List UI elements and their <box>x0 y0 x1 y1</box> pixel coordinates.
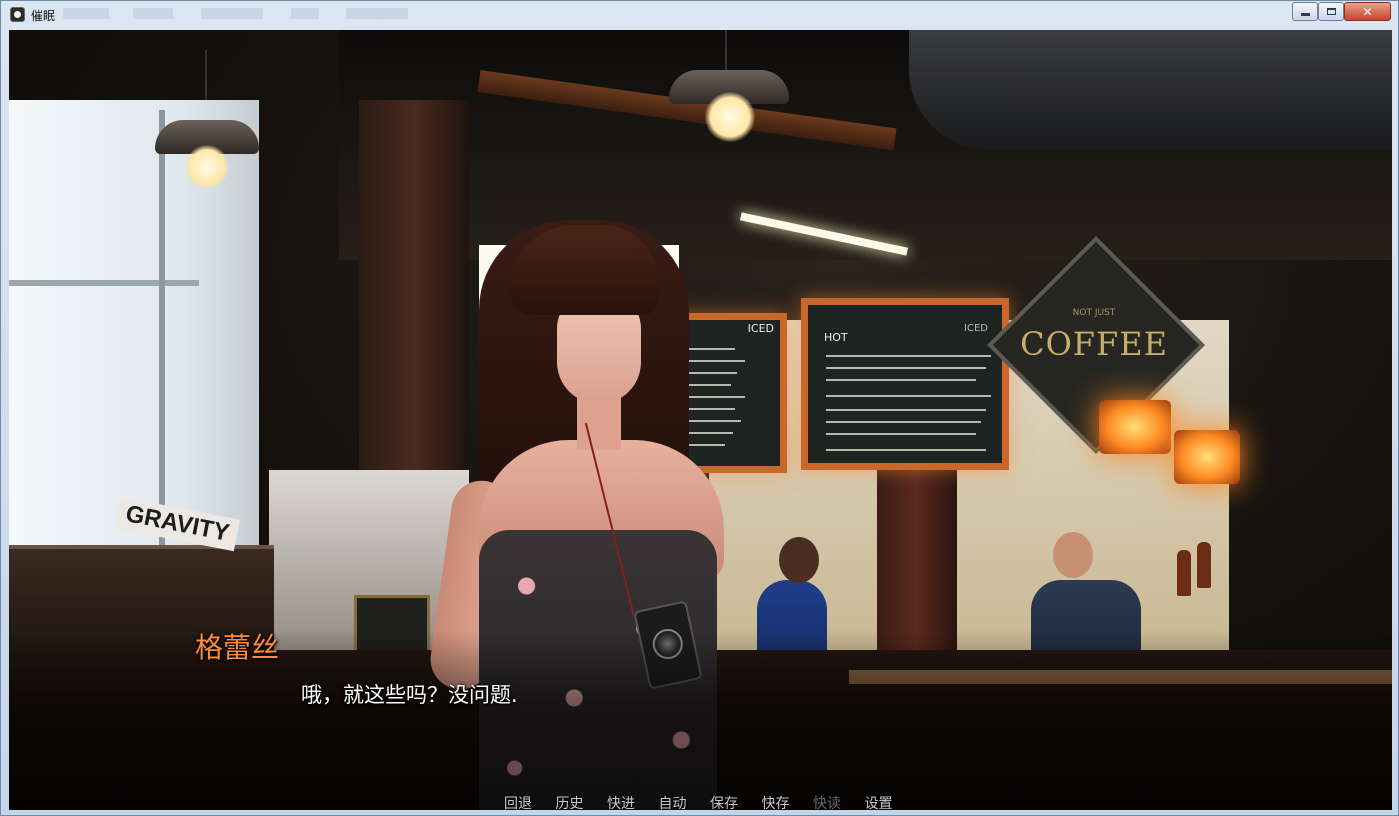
maximize-button[interactable] <box>1318 2 1344 21</box>
air-duct <box>909 30 1392 150</box>
quick-menu-quickload[interactable]: 快读 <box>813 793 865 810</box>
coffee-sign-text: COFFEE <box>1020 325 1168 363</box>
window-frame <box>9 280 199 286</box>
menu-board-hot: HOT ICED <box>801 298 1009 470</box>
bottle <box>1197 542 1211 588</box>
close-icon: ✕ <box>1362 4 1373 19</box>
lamp-bulb <box>705 92 755 142</box>
menu-board-heading: ICED <box>964 323 988 334</box>
title-bar[interactable]: 催眠 ✕ <box>1 1 1398 29</box>
window-title: 催眠 <box>31 9 56 23</box>
menu-placeholder <box>346 8 408 19</box>
menu-board-heading: HOT <box>824 331 848 344</box>
quick-menu-save[interactable]: 保存 <box>710 793 762 810</box>
menu-placeholder <box>201 8 263 19</box>
dialogue-text: 哦，就这些吗？没问题. <box>301 683 518 707</box>
lamp-cord <box>725 30 727 70</box>
close-button[interactable]: ✕ <box>1344 2 1391 21</box>
app-window: 催眠 ✕ ICED HOT ICED NOT JUST COFFEE GRAVI… <box>0 0 1399 816</box>
lamp-bulb <box>185 145 229 189</box>
minimize-button[interactable] <box>1292 2 1318 21</box>
quick-menu: 回退 历史 快进 自动 保存 快存 快读 设置 <box>504 793 916 810</box>
quick-menu-history[interactable]: 历史 <box>556 793 608 810</box>
menu-placeholder <box>63 8 109 19</box>
quick-menu-auto[interactable]: 自动 <box>659 793 711 810</box>
background-person-head <box>779 537 819 583</box>
quick-menu-quicksave[interactable]: 快存 <box>762 793 814 810</box>
lamp-cord <box>205 50 207 100</box>
maximize-icon <box>1326 8 1336 15</box>
menu-placeholder <box>133 8 173 19</box>
app-icon <box>10 7 25 22</box>
game-viewport[interactable]: ICED HOT ICED NOT JUST COFFEE GRAVITY 格蕾… <box>9 30 1392 810</box>
menu-board-heading: ICED <box>747 322 774 335</box>
quick-menu-skip[interactable]: 快进 <box>607 793 659 810</box>
amber-lamp <box>1099 400 1171 454</box>
minimize-icon <box>1300 13 1310 16</box>
menu-placeholder <box>291 8 319 19</box>
amber-lamp <box>1174 430 1240 484</box>
quick-menu-preferences[interactable]: 设置 <box>865 793 917 810</box>
coffee-sign-tagline: NOT JUST <box>1072 308 1116 318</box>
bottle <box>1177 550 1191 596</box>
speaker-name: 格蕾丝 <box>195 631 280 664</box>
background-person-head <box>1053 532 1093 578</box>
quick-menu-rollback[interactable]: 回退 <box>504 793 556 810</box>
